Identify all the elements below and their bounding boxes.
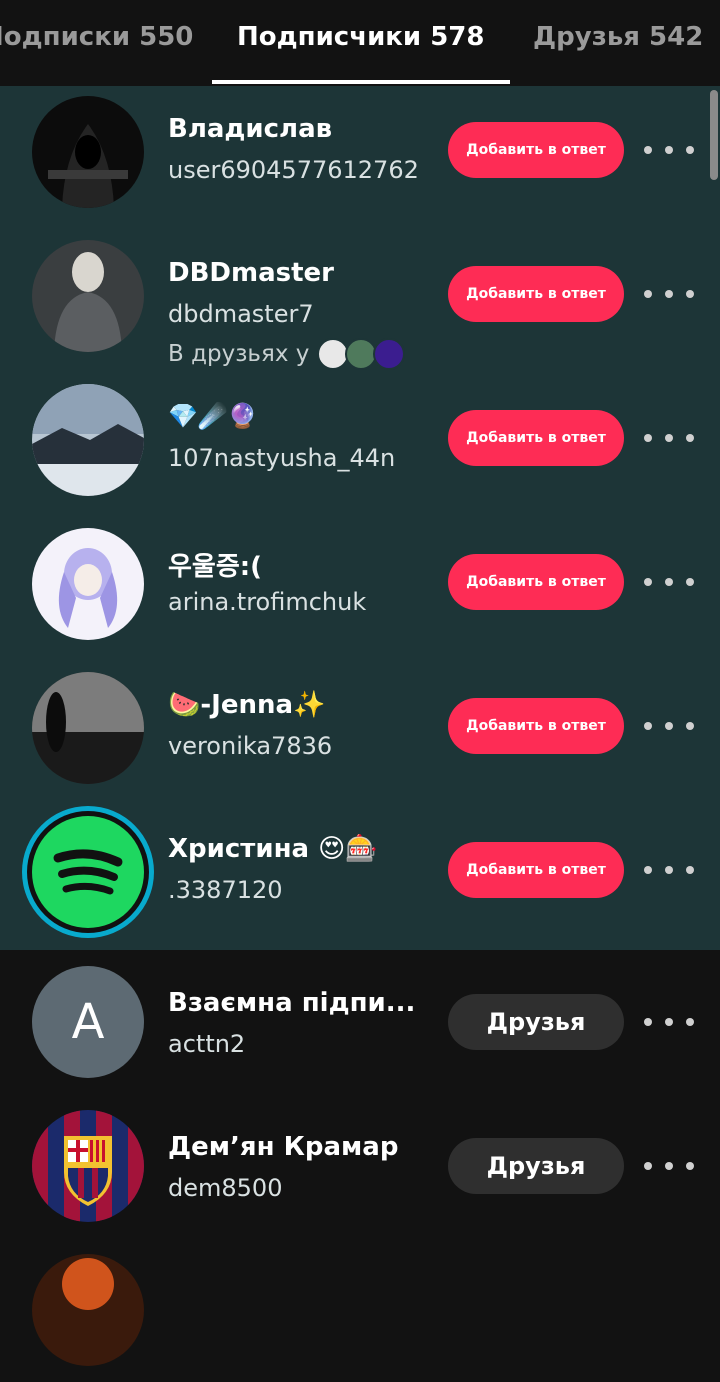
follower-name: DBDmaster: [168, 258, 334, 288]
list-item[interactable]: Дем’ян Крамар dem8500 Друзья: [0, 1094, 720, 1238]
avatar[interactable]: [20, 804, 156, 940]
avatar[interactable]: [32, 96, 144, 208]
tab-friends[interactable]: Друзья 542: [533, 22, 703, 52]
more-horizontal-icon[interactable]: [644, 1010, 694, 1034]
more-horizontal-icon[interactable]: [644, 1154, 694, 1178]
follower-name: Владислав: [168, 114, 333, 144]
new-followers-section: Владислав user6904577612762 Добавить в о…: [0, 86, 720, 950]
follower-handle: 107nastyusha_44n: [168, 444, 396, 472]
avatar[interactable]: [32, 240, 144, 352]
list-item[interactable]: Христина 😍🎰 .3387120 Добавить в ответ: [0, 806, 720, 950]
tab-following[interactable]: Подписки 550: [0, 22, 193, 52]
follow-back-button[interactable]: Добавить в ответ: [448, 554, 624, 610]
tab-followers[interactable]: Подписчики 578: [237, 22, 484, 52]
friends-button[interactable]: Друзья: [448, 1138, 624, 1194]
follower-name: 💎☄️🔮: [168, 402, 258, 430]
follower-handle: dbdmaster7: [168, 300, 314, 328]
tab-bar: Подписки 550 Подписчики 578 Друзья 542: [0, 0, 720, 86]
follower-name: Дем’ян Крамар: [168, 1132, 399, 1162]
avatar[interactable]: [32, 1254, 144, 1366]
avatar[interactable]: [32, 672, 144, 784]
list-item[interactable]: Владислав user6904577612762 Добавить в о…: [0, 86, 720, 230]
active-tab-indicator: [212, 80, 510, 84]
follower-handle: dem8500: [168, 1174, 283, 1202]
avatar[interactable]: [32, 384, 144, 496]
more-horizontal-icon[interactable]: [644, 138, 694, 162]
follow-back-button[interactable]: Добавить в ответ: [448, 698, 624, 754]
followers-list: Владислав user6904577612762 Добавить в о…: [0, 86, 720, 1382]
follower-handle: .3387120: [168, 876, 283, 904]
more-horizontal-icon[interactable]: [644, 858, 694, 882]
follower-name: 🍉-Jenna✨: [168, 690, 326, 720]
more-horizontal-icon[interactable]: [644, 282, 694, 306]
follower-handle: acttn2: [168, 1030, 246, 1058]
mutual-friends-label: В друзьях у: [168, 341, 310, 367]
list-item[interactable]: DBDmaster dbdmaster7 В друзьях у Добавит…: [0, 230, 720, 374]
follow-back-button[interactable]: Добавить в ответ: [448, 266, 624, 322]
mutual-friends: В друзьях у: [168, 338, 406, 370]
follower-name: Взаємна підпи...: [168, 988, 416, 1018]
follower-handle: veronika7836: [168, 732, 333, 760]
follower-handle: arina.trofimchuk: [168, 588, 367, 616]
more-horizontal-icon[interactable]: [644, 426, 694, 450]
friends-button[interactable]: Друзья: [448, 994, 624, 1050]
more-horizontal-icon[interactable]: [644, 714, 694, 738]
follower-name: 우울증:(: [168, 552, 263, 582]
follow-back-button[interactable]: Добавить в ответ: [448, 122, 624, 178]
follow-back-button[interactable]: Добавить в ответ: [448, 410, 624, 466]
more-horizontal-icon[interactable]: [644, 570, 694, 594]
scrollbar[interactable]: [710, 90, 718, 180]
list-item[interactable]: A Взаємна підпи... acttn2 Друзья: [0, 950, 720, 1094]
avatar[interactable]: A: [32, 966, 144, 1078]
mutual-friend-avatar: [373, 338, 406, 370]
list-item[interactable]: 우울증:( arina.trofimchuk Добавить в ответ: [0, 518, 720, 662]
follow-back-button[interactable]: Добавить в ответ: [448, 842, 624, 898]
follower-name: Христина 😍🎰: [168, 834, 378, 864]
avatar[interactable]: [32, 528, 144, 640]
list-item[interactable]: 💎☄️🔮 107nastyusha_44n Добавить в ответ: [0, 374, 720, 518]
avatar[interactable]: [32, 1110, 144, 1222]
list-item[interactable]: 🍉-Jenna✨ veronika7836 Добавить в ответ: [0, 662, 720, 806]
list-item[interactable]: [0, 1238, 720, 1382]
follower-handle: user6904577612762: [168, 156, 419, 184]
